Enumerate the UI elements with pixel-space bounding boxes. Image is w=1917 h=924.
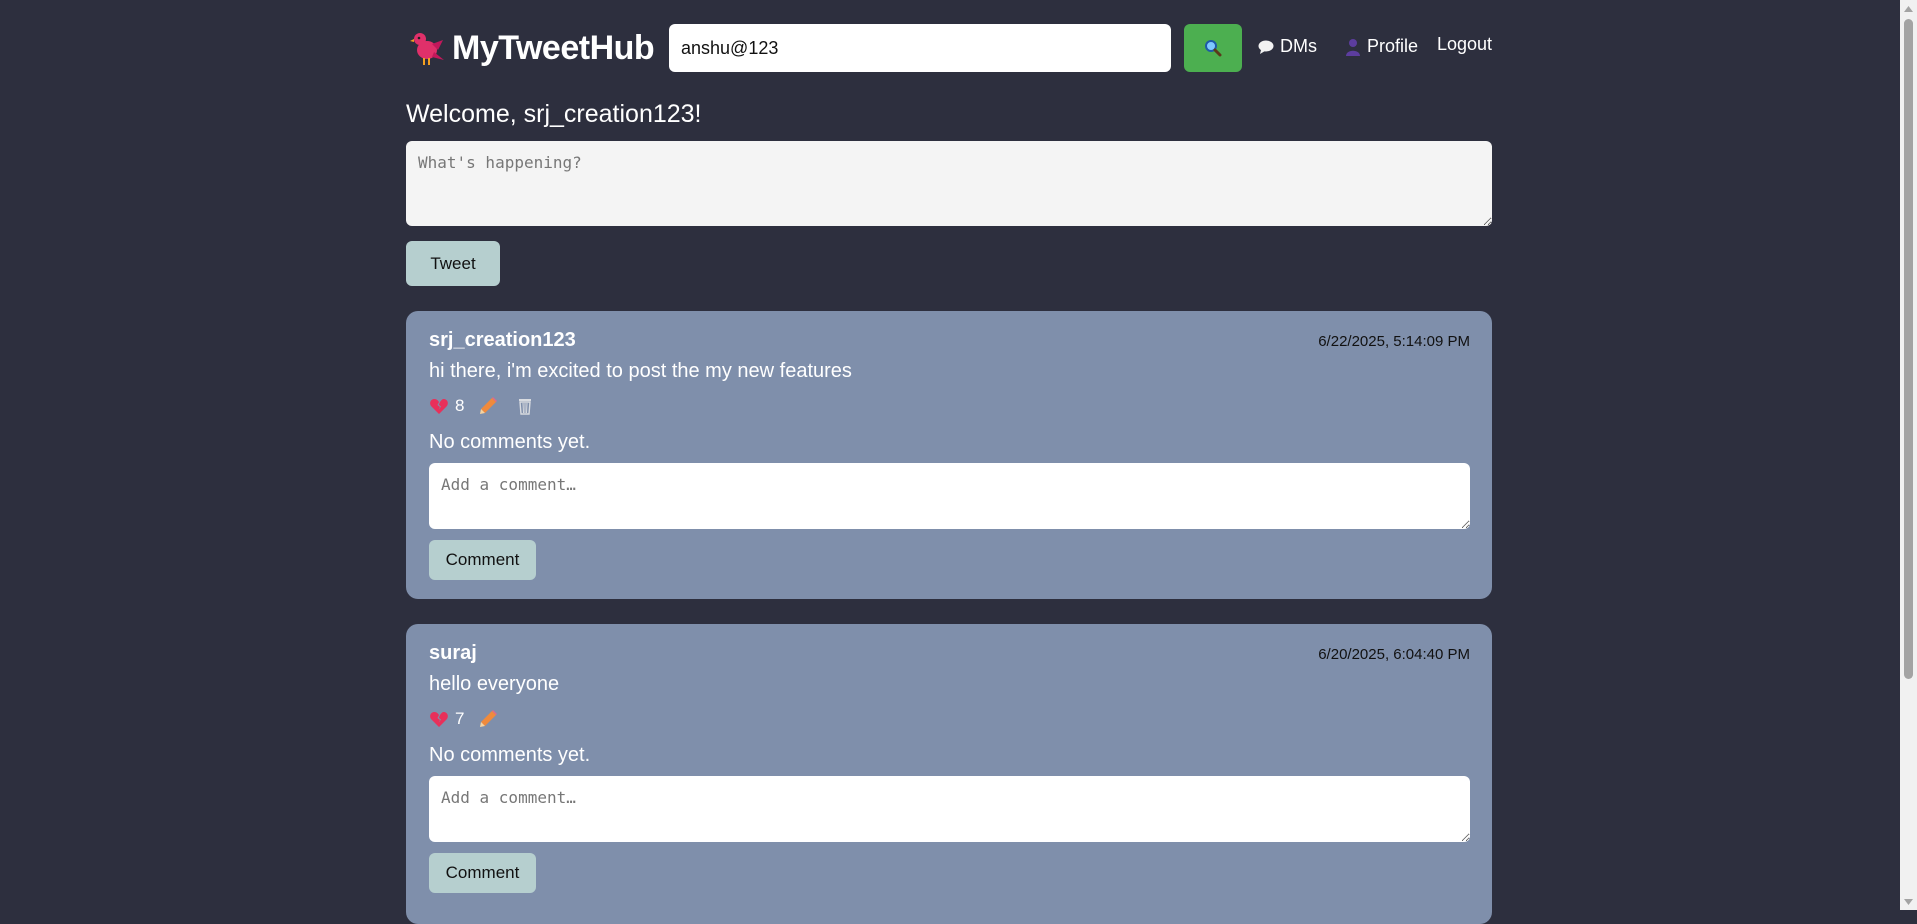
pencil-icon[interactable]	[478, 396, 498, 416]
app-title: MyTweetHub	[452, 28, 655, 67]
comment-input[interactable]	[429, 776, 1470, 842]
scroll-down-arrow-icon[interactable]	[1900, 893, 1917, 910]
profile-link[interactable]: Profile	[1345, 36, 1418, 57]
comment-button[interactable]: Comment	[429, 540, 536, 580]
logout-link[interactable]: Logout	[1437, 34, 1492, 55]
broken-heart-icon[interactable]	[429, 709, 449, 729]
tweet-text: hello everyone	[429, 673, 560, 695]
tweet-username[interactable]: suraj	[429, 642, 477, 665]
speech-bubble-icon	[1258, 40, 1274, 54]
dms-link[interactable]: DMs	[1258, 36, 1317, 57]
scrollbar-thumb[interactable]	[1904, 19, 1913, 679]
logo[interactable]: MyTweetHub	[410, 24, 655, 72]
header: MyTweetHub DMs Profile Logout	[406, 24, 1492, 72]
tweet-text: hi there, i'm excited to post the my new…	[429, 360, 852, 382]
search-input[interactable]	[669, 24, 1171, 72]
like-count: 8	[455, 396, 465, 415]
tweet-button[interactable]: Tweet	[406, 241, 500, 286]
profile-label: Profile	[1367, 36, 1419, 56]
broken-heart-icon[interactable]	[429, 396, 449, 416]
pencil-icon[interactable]	[478, 709, 498, 729]
wastebasket-icon[interactable]	[515, 396, 535, 416]
comment-button[interactable]: Comment	[429, 853, 536, 893]
tweet-actions: 7	[429, 708, 515, 730]
tweet-actions: 8	[429, 395, 535, 417]
tweet-timestamp: 6/22/2025, 5:14:09 PM	[1318, 333, 1470, 350]
tweet-compose-input[interactable]	[406, 141, 1492, 226]
tweet-username[interactable]: srj_creation123	[429, 329, 576, 352]
bird-icon	[410, 33, 444, 65]
dms-label: DMs	[1280, 36, 1317, 56]
scroll-up-arrow-icon[interactable]	[1900, 0, 1917, 17]
no-comments-text: No comments yet.	[429, 431, 591, 453]
vertical-scrollbar[interactable]	[1900, 0, 1917, 910]
search-button[interactable]	[1184, 24, 1242, 72]
comment-input[interactable]	[429, 463, 1470, 529]
tweet-timestamp: 6/20/2025, 6:04:40 PM	[1318, 646, 1470, 663]
welcome-heading: Welcome, srj_creation123!	[406, 100, 702, 128]
person-icon	[1346, 38, 1360, 56]
logout-label: Logout	[1437, 34, 1493, 54]
tweet-card: srj_creation123 6/22/2025, 5:14:09 PM hi…	[406, 311, 1492, 599]
magnifier-icon	[1205, 40, 1222, 57]
no-comments-text: No comments yet.	[429, 744, 591, 766]
tweet-card: suraj 6/20/2025, 6:04:40 PM hello everyo…	[406, 624, 1492, 924]
like-count: 7	[455, 709, 465, 728]
